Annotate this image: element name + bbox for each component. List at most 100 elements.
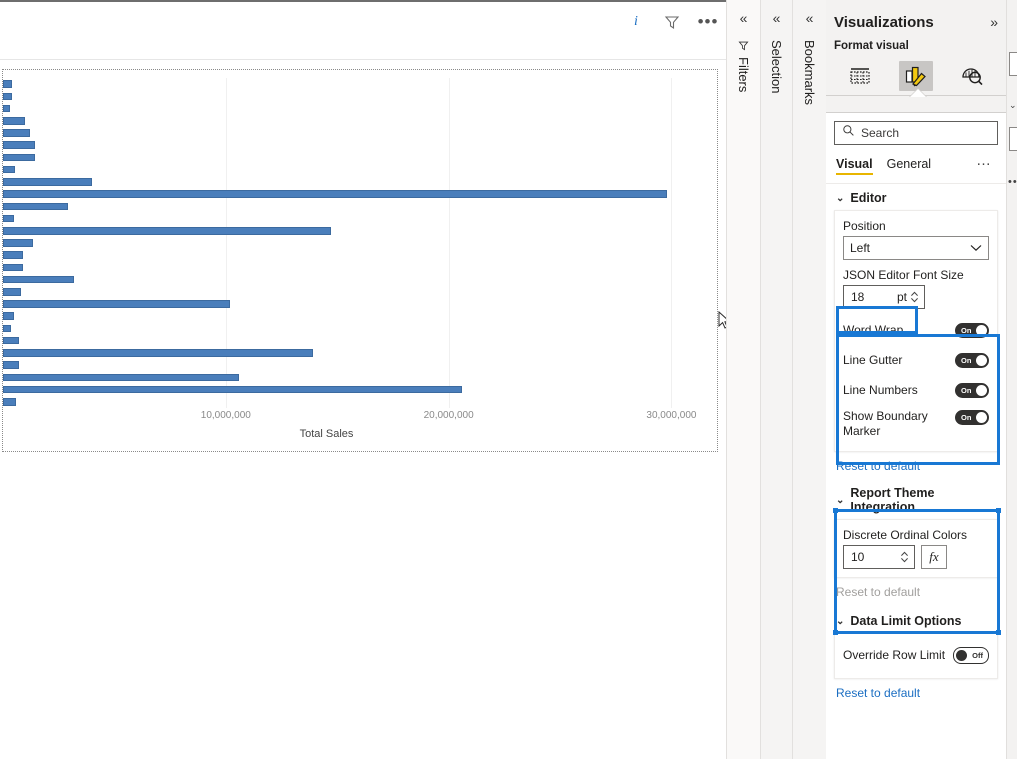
chart-bar[interactable] xyxy=(3,336,20,345)
json-font-size-value: 18 xyxy=(851,290,865,304)
format-visual-icon[interactable] xyxy=(899,61,933,91)
chart-bar-row[interactable] xyxy=(3,164,716,176)
chart-bar-row[interactable] xyxy=(3,298,716,310)
chart-bar-row[interactable] xyxy=(3,286,716,298)
chart-bar-row[interactable] xyxy=(3,102,716,114)
tab-general[interactable]: General xyxy=(887,157,931,175)
chart-bar[interactable] xyxy=(3,129,30,137)
conditional-formatting-fx-button[interactable]: fx xyxy=(921,545,947,569)
json-font-size-stepper[interactable]: 18 pt xyxy=(843,285,925,309)
chart-bar[interactable] xyxy=(3,288,21,296)
discrete-ordinal-colors-stepper[interactable]: 10 xyxy=(843,545,915,569)
bar-chart-visual[interactable]: 10,000,000 20,000,000 30,000,000 Total Sal… xyxy=(2,69,718,452)
chart-bar[interactable] xyxy=(3,104,11,113)
build-visual-icon[interactable] xyxy=(843,61,877,91)
selection-collapse-chevron-icon[interactable]: « xyxy=(761,10,792,26)
line-gutter-toggle[interactable]: On xyxy=(955,352,989,368)
tabs-more-icon[interactable]: … xyxy=(976,152,992,169)
chart-bar[interactable] xyxy=(3,275,75,284)
chart-bar[interactable] xyxy=(3,324,12,333)
chart-bar-row[interactable] xyxy=(3,261,716,273)
position-dropdown[interactable]: Left xyxy=(843,236,989,260)
chart-bar-row[interactable] xyxy=(3,90,716,102)
chart-bar-row[interactable] xyxy=(3,115,716,127)
chart-bar-row[interactable] xyxy=(3,371,716,383)
right-edge-more-icon: ••• xyxy=(1008,176,1017,188)
chart-bar[interactable] xyxy=(3,300,231,308)
info-icon[interactable]: i xyxy=(626,12,646,32)
word-wrap-toggle[interactable]: On xyxy=(955,322,989,338)
chart-bar-row[interactable] xyxy=(3,249,716,261)
selected-icon-caret xyxy=(910,89,926,97)
report-theme-reset-to-default[interactable]: Reset to default xyxy=(834,578,998,601)
chart-bar-row[interactable] xyxy=(3,176,716,188)
pane-selection[interactable]: « Selection xyxy=(760,0,792,759)
pane-filters[interactable]: « Filters xyxy=(726,0,760,759)
chart-bar-row[interactable] xyxy=(3,322,716,334)
chart-bar-row[interactable] xyxy=(3,396,716,408)
chart-bar[interactable] xyxy=(3,251,24,259)
visual-header-icon-group: i ••• xyxy=(626,6,718,38)
pane-bookmarks[interactable]: « Bookmarks xyxy=(792,0,826,759)
section-data-limit-header[interactable]: ⌄ Data Limit Options xyxy=(834,607,998,633)
chart-bar[interactable] xyxy=(3,226,331,235)
bookmarks-collapse-chevron-icon[interactable]: « xyxy=(793,10,826,26)
chart-bar-row[interactable] xyxy=(3,151,716,163)
chart-bar[interactable] xyxy=(3,263,23,272)
chart-bar[interactable] xyxy=(3,398,17,406)
chart-bar-row[interactable] xyxy=(3,188,716,200)
chart-bar-row[interactable] xyxy=(3,200,716,212)
chart-bar[interactable] xyxy=(3,239,33,247)
chart-bar[interactable] xyxy=(3,361,19,369)
chart-bar-row[interactable] xyxy=(3,310,716,322)
search-input[interactable]: Search xyxy=(834,121,998,145)
chart-bar[interactable] xyxy=(3,349,313,357)
pane-filters-label[interactable]: Filters xyxy=(727,40,760,340)
data-limit-reset-to-default[interactable]: Reset to default xyxy=(834,679,998,702)
chart-bar[interactable] xyxy=(3,385,462,394)
filters-collapse-chevron-icon[interactable]: « xyxy=(727,10,760,26)
chart-bar-row[interactable] xyxy=(3,237,716,249)
chart-bar-row[interactable] xyxy=(3,347,716,359)
toggle-knob xyxy=(956,649,967,661)
chart-bar[interactable] xyxy=(3,80,12,88)
position-value: Left xyxy=(850,241,871,255)
stepper-arrows-icon[interactable] xyxy=(910,290,924,304)
show-boundary-marker-toggle[interactable]: On xyxy=(955,410,989,425)
chart-bar[interactable] xyxy=(3,165,15,174)
chart-bar[interactable] xyxy=(3,141,36,149)
chart-bar-row[interactable] xyxy=(3,383,716,395)
chart-bar-row[interactable] xyxy=(3,212,716,224)
discrete-ordinal-colors-value: 10 xyxy=(851,550,865,564)
tab-visual[interactable]: Visual xyxy=(836,157,873,175)
chart-bar[interactable] xyxy=(3,178,93,186)
chart-bar[interactable] xyxy=(3,116,26,125)
section-report-theme-header[interactable]: ⌄ Report Theme Integration xyxy=(834,479,998,519)
chart-bar[interactable] xyxy=(3,202,68,211)
chart-bar[interactable] xyxy=(3,190,667,198)
chart-bar-row[interactable] xyxy=(3,78,716,90)
filter-icon[interactable] xyxy=(662,12,682,32)
chart-bar-row[interactable] xyxy=(3,225,716,237)
chart-bar[interactable] xyxy=(3,92,13,101)
chart-bar-row[interactable] xyxy=(3,359,716,371)
chart-bar[interactable] xyxy=(3,214,14,223)
line-numbers-toggle[interactable]: On xyxy=(955,382,989,398)
chart-bar[interactable] xyxy=(3,312,14,321)
chart-bar[interactable] xyxy=(3,153,36,162)
chart-bar[interactable] xyxy=(3,373,240,382)
chart-bar-row[interactable] xyxy=(3,335,716,347)
override-row-limit-toggle[interactable]: Off xyxy=(953,646,989,664)
section-editor-title: Editor xyxy=(850,191,887,205)
editor-reset-to-default[interactable]: Reset to default xyxy=(834,452,998,475)
section-report-theme-title: Report Theme Integration xyxy=(850,486,935,514)
chart-bar-row[interactable] xyxy=(3,139,716,151)
section-editor-header[interactable]: ⌄ Editor xyxy=(834,184,998,210)
expand-pane-chevron-icon[interactable]: » xyxy=(990,14,998,30)
analytics-icon[interactable] xyxy=(955,61,989,91)
x-axis-tick-label: 20,000,000 xyxy=(423,410,474,421)
chart-bar-row[interactable] xyxy=(3,274,716,286)
more-options-icon[interactable]: ••• xyxy=(698,12,718,32)
chart-bar-row[interactable] xyxy=(3,127,716,139)
stepper-arrows-icon[interactable] xyxy=(900,550,914,564)
